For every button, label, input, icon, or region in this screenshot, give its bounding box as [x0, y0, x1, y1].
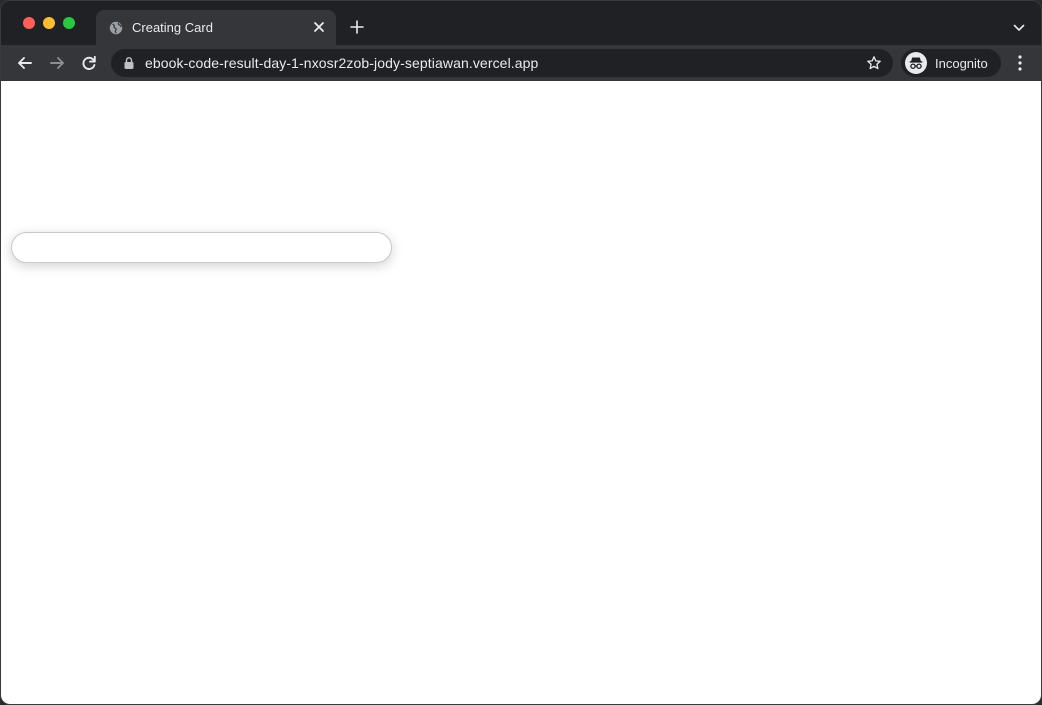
incognito-label: Incognito	[935, 56, 988, 71]
incognito-profile-button[interactable]: Incognito	[901, 49, 1001, 77]
card-text-input[interactable]	[11, 232, 392, 263]
incognito-icon	[909, 57, 923, 69]
back-arrow-icon[interactable]	[15, 53, 35, 73]
forward-arrow-icon[interactable]	[47, 53, 67, 73]
title-bar: Creating Card	[1, 1, 1041, 45]
globe-icon	[109, 21, 123, 35]
url-text[interactable]: ebook-code-result-day-1-nxosr2zob-jody-s…	[145, 55, 538, 71]
close-tab-icon[interactable]	[312, 20, 326, 34]
chevron-down-icon[interactable]	[1012, 21, 1026, 35]
toolbar: ebook-code-result-day-1-nxosr2zob-jody-s…	[1, 45, 1041, 81]
new-tab-icon[interactable]	[349, 19, 365, 35]
bookmark-star-icon[interactable]	[866, 55, 882, 71]
window-close-button[interactable]	[23, 17, 35, 29]
kebab-menu-icon[interactable]	[1013, 54, 1027, 72]
tab-title: Creating Card	[132, 20, 213, 35]
reload-icon[interactable]	[79, 53, 99, 73]
tab-creating-card[interactable]: Creating Card	[96, 10, 336, 45]
address-bar[interactable]: ebook-code-result-day-1-nxosr2zob-jody-s…	[111, 49, 893, 77]
browser-window: Creating Card ebook-code-result-day-1-nx…	[0, 0, 1042, 705]
avatar	[905, 52, 927, 74]
window-maximize-button[interactable]	[63, 17, 75, 29]
lock-icon[interactable]	[123, 56, 135, 70]
window-minimize-button[interactable]	[43, 17, 55, 29]
page-viewport	[1, 81, 1041, 704]
